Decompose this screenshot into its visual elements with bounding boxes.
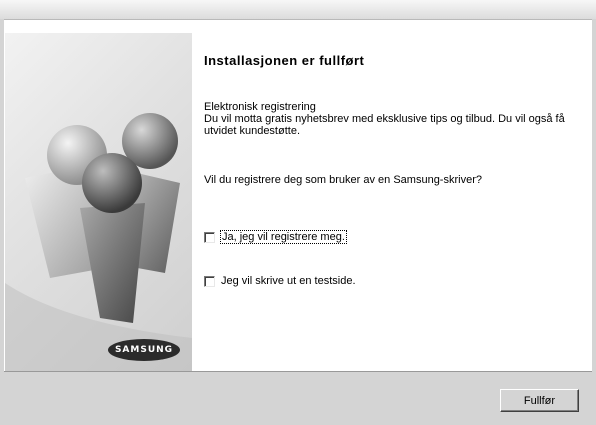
- window-titlebar: [0, 0, 596, 19]
- registration-heading: Elektronisk registrering: [204, 101, 316, 113]
- register-checkbox-label[interactable]: Ja, jeg vil registrere meg.: [220, 230, 347, 244]
- registration-question: Vil du registrere deg som bruker av en S…: [204, 174, 482, 186]
- page-title: Installasjonen er fullført: [204, 53, 365, 68]
- window-frame-right: [592, 19, 596, 425]
- window-frame-left: [0, 19, 4, 425]
- side-illustration-panel: SAMSUNG: [5, 33, 193, 371]
- registration-description: Du vil motta gratis nyhetsbrev med ekskl…: [204, 113, 565, 137]
- main-content: Installasjonen er fullført Elektronisk r…: [192, 33, 592, 371]
- button-bar: Fullfør: [4, 371, 592, 425]
- register-checkbox[interactable]: [204, 231, 215, 243]
- testpage-checkbox[interactable]: [204, 275, 215, 287]
- people-figures-graphic: [5, 113, 192, 371]
- finish-button[interactable]: Fullfør: [500, 389, 579, 412]
- testpage-checkbox-row[interactable]: Jeg vil skrive ut en testside.: [204, 275, 356, 287]
- testpage-checkbox-label[interactable]: Jeg vil skrive ut en testside.: [221, 275, 356, 287]
- header-strip: [4, 19, 592, 33]
- register-checkbox-row[interactable]: Ja, jeg vil registrere meg.: [204, 230, 347, 244]
- samsung-logo: SAMSUNG: [108, 339, 180, 361]
